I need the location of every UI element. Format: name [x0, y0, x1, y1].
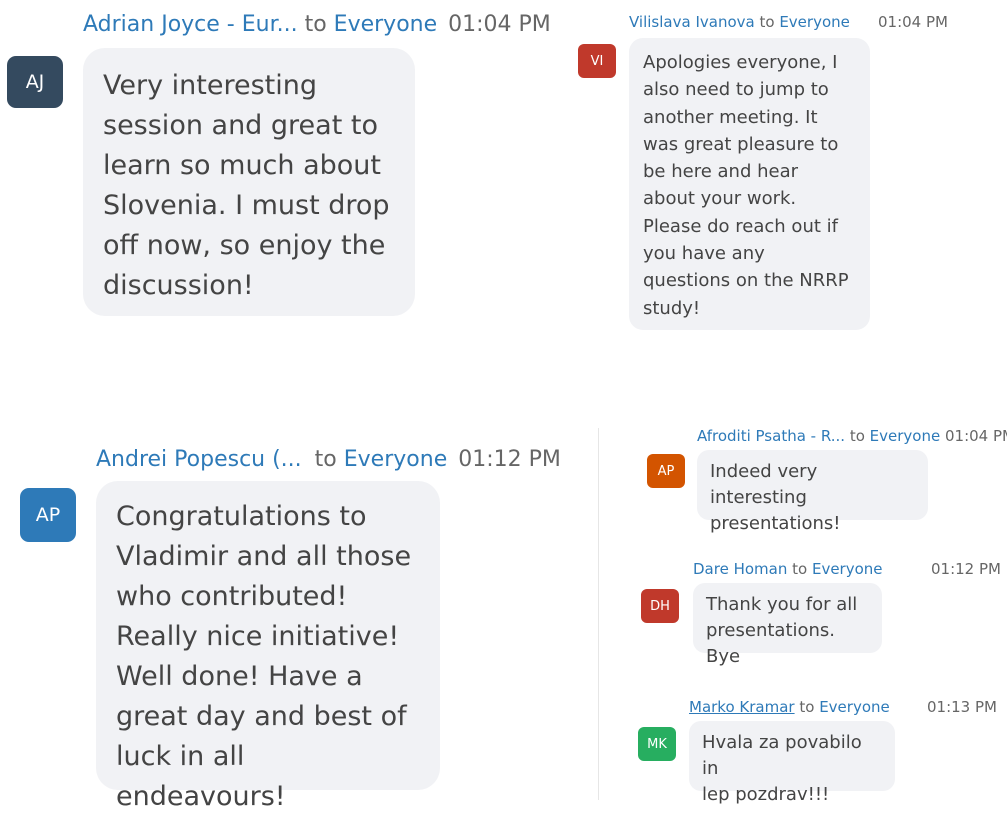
sender-name[interactable]: Afroditi Psatha - R... — [697, 427, 845, 445]
message-time: 01:04 PM — [945, 427, 1007, 445]
avatar: AJ — [7, 56, 63, 108]
message-time: 01:12 PM — [931, 560, 1001, 578]
message-time: 01:13 PM — [927, 698, 997, 716]
to-label: to — [792, 560, 808, 578]
sender-name[interactable]: Dare Homan — [693, 560, 787, 578]
sender-name[interactable]: Andrei Popescu (... — [96, 447, 302, 472]
to-label: to — [759, 13, 775, 31]
message-header: Marko Kramar to Everyone 01:13 PM — [689, 698, 1001, 716]
sender-name[interactable]: Adrian Joyce - Eur... — [83, 12, 298, 37]
recipient-name: Everyone — [779, 13, 850, 31]
to-label: to — [799, 698, 815, 716]
message-header: Dare Homan to Everyone 01:12 PM — [693, 560, 1003, 578]
to-label: to — [304, 12, 327, 37]
sender-name[interactable]: Marko Kramar — [689, 698, 795, 716]
to-label: to — [849, 427, 865, 445]
avatar: MK — [638, 727, 676, 761]
recipient-name: Everyone — [819, 698, 890, 716]
message-bubble: Congratulations to Vladimir and all thos… — [96, 481, 440, 812]
recipient-name: Everyone — [343, 447, 448, 472]
recipient-name: Everyone — [869, 427, 941, 445]
message-bubble: Very interesting session and great to le… — [83, 48, 415, 316]
message-header: Andrei Popescu (... to Everyone 01:12 PM — [96, 447, 561, 472]
avatar: VI — [578, 44, 616, 78]
message-bubble: Thank you for all presentations. Bye — [693, 583, 882, 667]
to-label: to — [314, 447, 337, 472]
sender-name[interactable]: Vilislava Ivanova — [629, 13, 755, 31]
message-header: Vilislava Ivanova to Everyone 01:04 PM — [629, 13, 951, 31]
avatar: DH — [641, 589, 679, 623]
message-bubble: Indeed very interesting presentations! — [697, 450, 928, 534]
message-bubble: Apologies everyone, I also need to jump … — [629, 38, 870, 330]
message-time: 01:04 PM — [448, 12, 551, 37]
recipient-name: Everyone — [811, 560, 883, 578]
message-time: 01:04 PM — [878, 13, 948, 31]
avatar: AP — [647, 454, 685, 488]
message-time: 01:12 PM — [458, 447, 561, 472]
message-bubble: Hvala za povabilo in lep pozdrav!!! — [689, 721, 895, 805]
message-header: Adrian Joyce - Eur... to Everyone 01:04 … — [83, 12, 551, 37]
avatar: AP — [20, 488, 76, 542]
message-header: Afroditi Psatha - R... to Everyone 01:04… — [697, 427, 1007, 445]
recipient-name: Everyone — [333, 12, 438, 37]
column-divider — [598, 428, 599, 800]
